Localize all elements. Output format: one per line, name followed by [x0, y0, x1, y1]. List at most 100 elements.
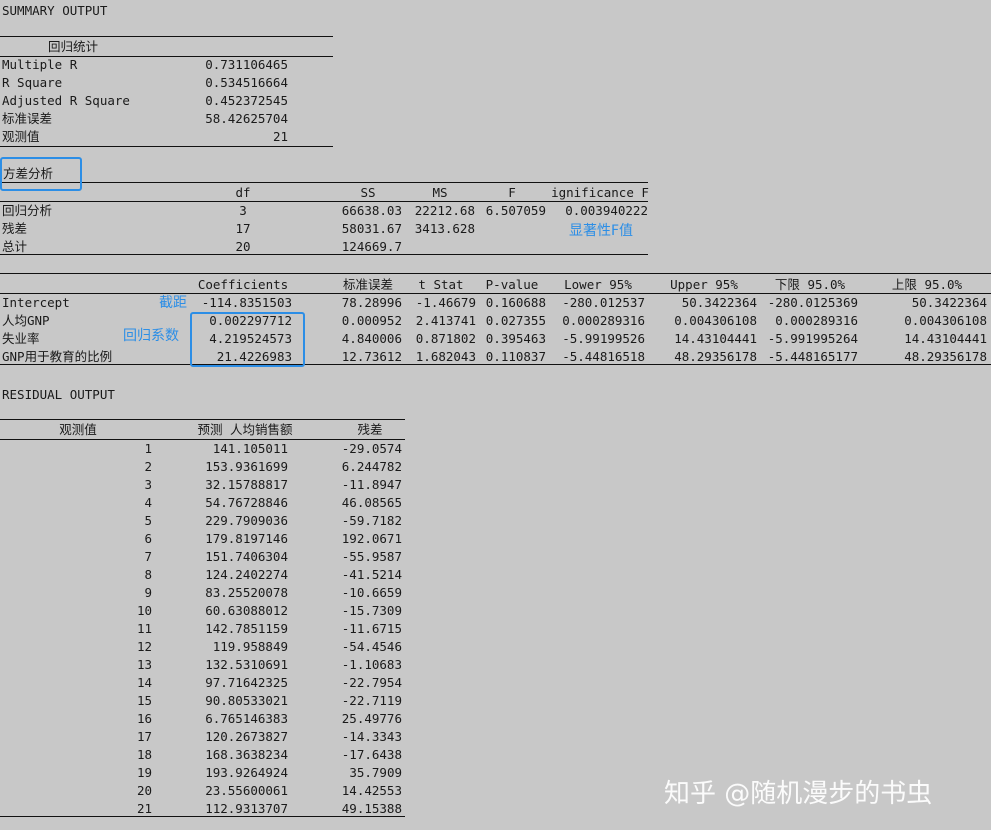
coef-cell: 0.027355 [485, 313, 546, 328]
residual-pred: 120.2673827 [205, 729, 288, 744]
residual-obs: 17 [136, 729, 152, 744]
divider [0, 254, 648, 255]
coef-cell: 50.3422364 [911, 295, 987, 310]
residual-obs: 20 [136, 783, 152, 798]
coef-cell: 0.160688 [485, 295, 546, 310]
residual-obs: 12 [136, 639, 152, 654]
coefficients-highlight-box [190, 312, 305, 367]
divider [0, 816, 405, 817]
coef-row-label: Intercept [2, 295, 70, 310]
residual-obs: 2 [144, 459, 152, 474]
residual-value: -22.7119 [341, 693, 402, 708]
anova-cell: 0.003940222 [565, 203, 648, 218]
residual-pred: 32.15788817 [205, 477, 288, 492]
anova-cell: 58031.67 [341, 221, 402, 236]
residual-value: 35.7909 [349, 765, 402, 780]
anova-cell: 22212.68 [414, 203, 475, 218]
stat-label: Adjusted R Square [2, 93, 130, 108]
coef-cell: 0.004306108 [674, 313, 757, 328]
residual-obs: 14 [136, 675, 152, 690]
residual-pred: 124.2402274 [205, 567, 288, 582]
residual-value: -22.7954 [341, 675, 402, 690]
coef-header: Upper 95% [670, 277, 738, 292]
divider [0, 201, 648, 202]
residual-value: -11.8947 [341, 477, 402, 492]
coef-cell: 0.000289316 [562, 313, 645, 328]
residual-pred: 90.80533021 [205, 693, 288, 708]
residual-obs: 13 [136, 657, 152, 672]
summary-title: SUMMARY OUTPUT [2, 3, 108, 18]
significance-f-annotation: 显著性F值 [569, 223, 634, 239]
residual-pred: 132.5310691 [205, 657, 288, 672]
residual-value: -1.10683 [341, 657, 402, 672]
residual-obs: 6 [144, 531, 152, 546]
regression-stats-header: 回归统计 [48, 39, 99, 54]
residual-value: -55.9587 [341, 549, 402, 564]
coef-cell: 0.000289316 [775, 313, 858, 328]
residual-value: 46.08565 [341, 495, 402, 510]
residual-pred: 54.76728846 [205, 495, 288, 510]
stat-value: 21 [272, 129, 288, 144]
anova-cell: 66638.03 [341, 203, 402, 218]
residual-obs: 9 [144, 585, 152, 600]
anova-header: F [508, 185, 516, 200]
stat-value: 58.42625704 [205, 111, 288, 126]
residual-value: -15.7309 [341, 603, 402, 618]
coef-cell: -114.8351503 [201, 295, 292, 310]
residual-pred: 60.63088012 [205, 603, 288, 618]
intercept-annotation: 截距 [159, 295, 187, 311]
coef-header: Lower 95% [564, 277, 632, 292]
anova-cell: 17 [235, 221, 251, 236]
stat-label: Multiple R [2, 57, 78, 72]
coef-cell: 0.004306108 [904, 313, 987, 328]
residual-value: 192.0671 [341, 531, 402, 546]
stat-value: 0.534516664 [205, 75, 288, 90]
residual-obs: 1 [144, 441, 152, 456]
coef-header: 上限 95.0% [891, 277, 963, 292]
residual-value: -41.5214 [341, 567, 402, 582]
residual-value: -17.6438 [341, 747, 402, 762]
residual-pred: 179.8197146 [205, 531, 288, 546]
residual-pred: 193.9264924 [205, 765, 288, 780]
coef-cell: -5.99199526 [562, 331, 645, 346]
residual-pred: 153.9361699 [205, 459, 288, 474]
divider [0, 439, 405, 440]
residual-value: 6.244782 [341, 459, 402, 474]
coef-cell: 14.43104441 [674, 331, 757, 346]
stat-label: R Square [2, 75, 63, 90]
divider [0, 146, 333, 147]
residual-title: RESIDUAL OUTPUT [2, 387, 115, 402]
coef-cell: -280.012537 [562, 295, 645, 310]
stat-value: 0.731106465 [205, 57, 288, 72]
residual-pred: 168.3638234 [205, 747, 288, 762]
stat-label: 标准误差 [2, 111, 53, 126]
residual-obs: 3 [144, 477, 152, 492]
residual-header: 观测值 [59, 422, 97, 437]
residual-obs: 8 [144, 567, 152, 582]
coef-cell: -280.0125369 [767, 295, 858, 310]
divider [0, 293, 991, 294]
divider [0, 36, 333, 37]
anova-highlight-box [0, 157, 82, 191]
watermark: 知乎 @随机漫步的书虫 [664, 779, 933, 809]
residual-obs: 7 [144, 549, 152, 564]
residual-obs: 15 [136, 693, 152, 708]
coef-header: 下限 95.0% [774, 277, 846, 292]
coef-cell: -5.991995264 [767, 331, 858, 346]
anova-row-label: 回归分析 [2, 203, 53, 218]
residual-pred: 6.765146383 [205, 711, 288, 726]
residual-header: 预测 人均销售额 [197, 422, 293, 437]
excel-regression-output: { "summary_title": "SUMMARY OUTPUT", "re… [0, 0, 991, 830]
residual-pred: 97.71642325 [205, 675, 288, 690]
anova-header: df [235, 185, 251, 200]
divider [0, 273, 991, 274]
anova-cell: 3413.628 [414, 221, 475, 236]
residual-pred: 142.7851159 [205, 621, 288, 636]
coef-header: Coefficients [197, 277, 289, 292]
coef-cell: 50.3422364 [681, 295, 757, 310]
coef-cell: 0.395463 [485, 331, 546, 346]
divider [0, 364, 991, 365]
anova-row-label: 残差 [2, 221, 28, 236]
residual-obs: 5 [144, 513, 152, 528]
residual-obs: 16 [136, 711, 152, 726]
